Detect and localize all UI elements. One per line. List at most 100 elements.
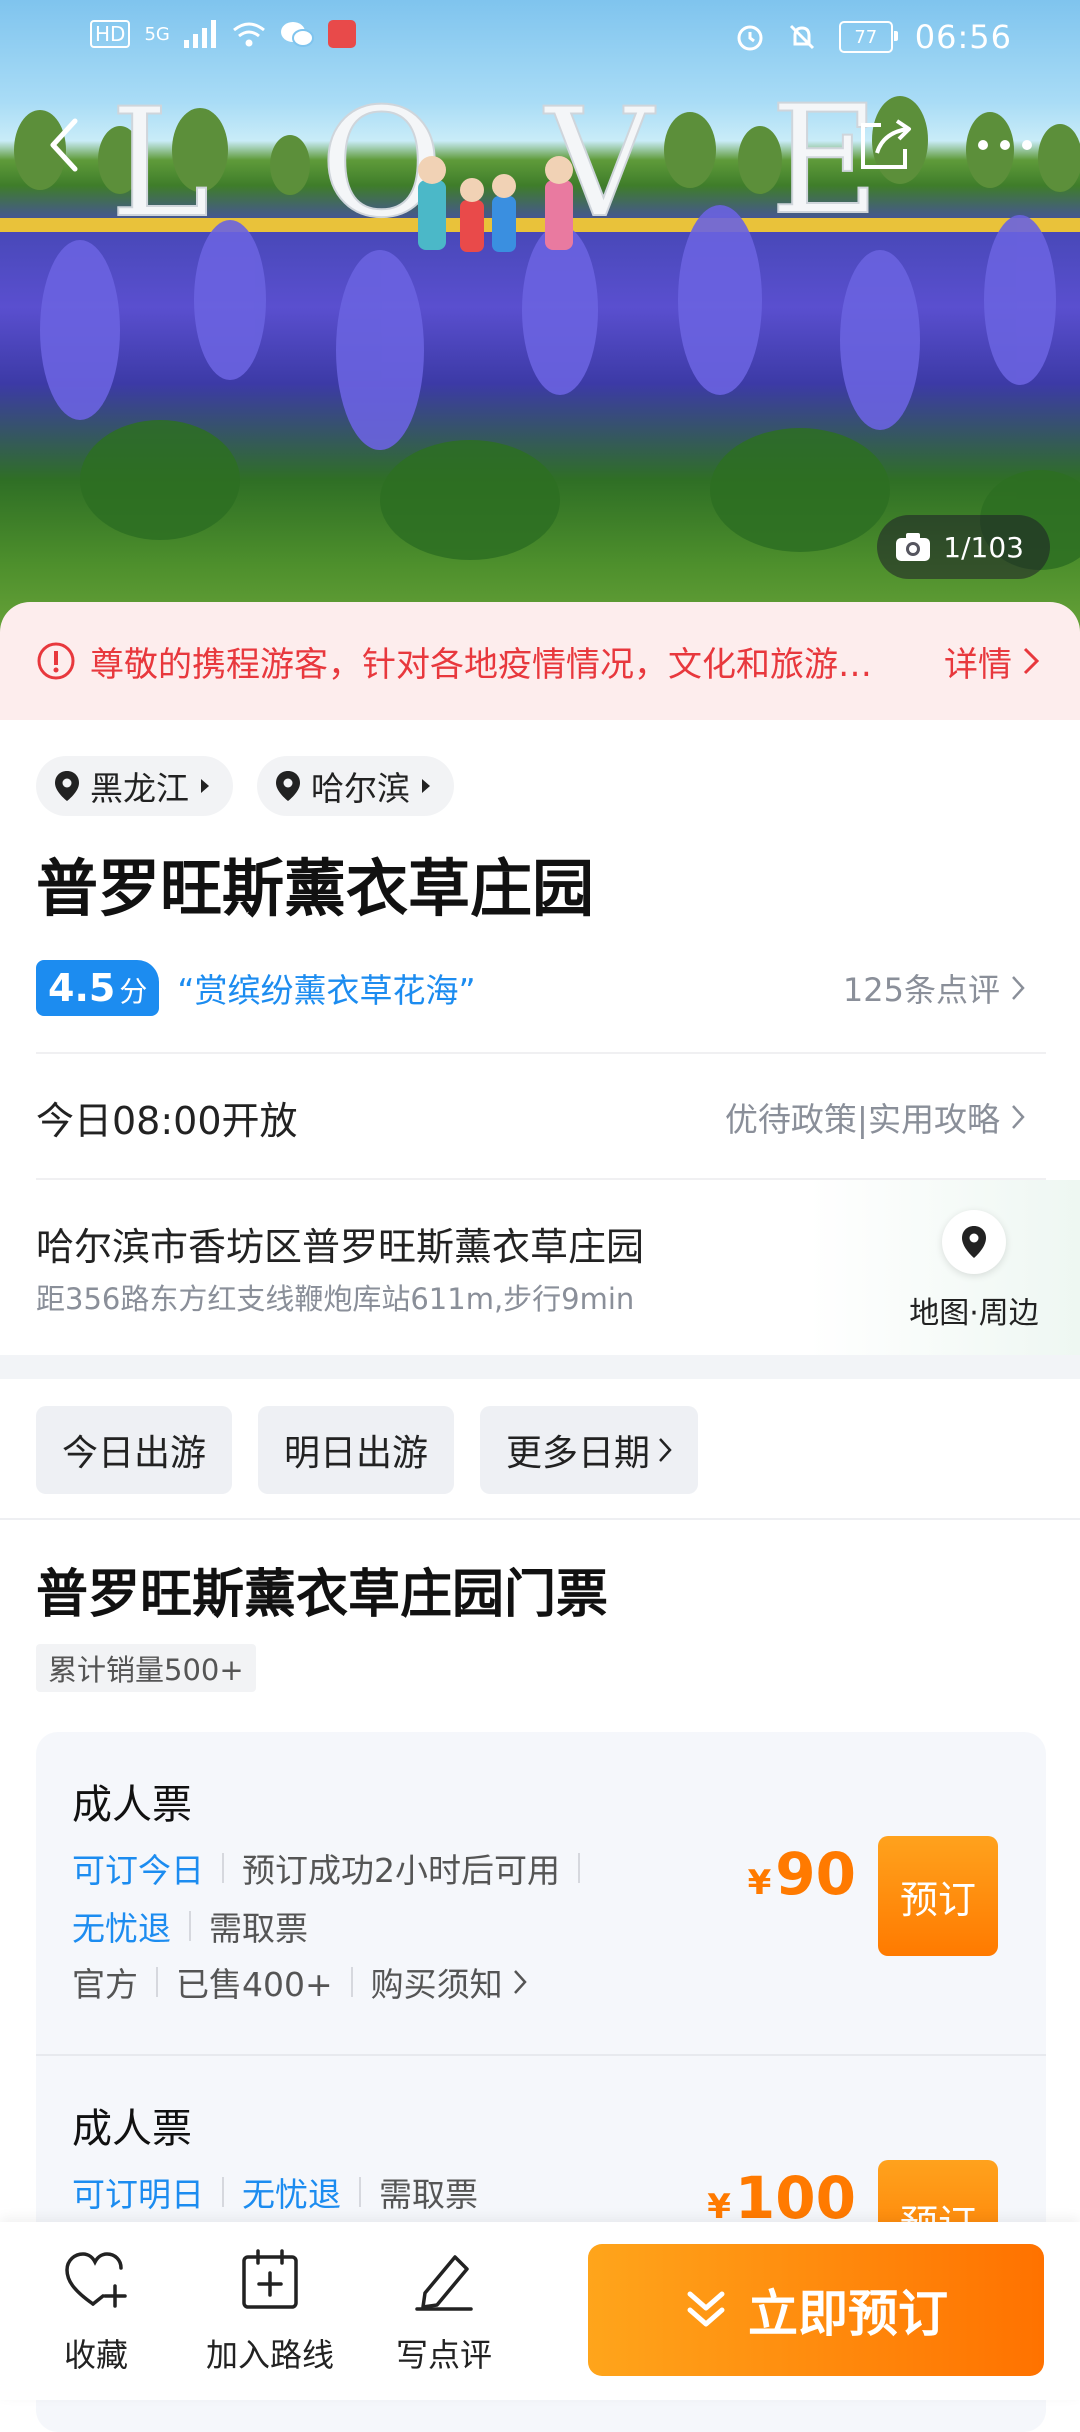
ticket-usage-note: 预订成功2小时后可用 <box>242 1851 560 1890</box>
mute-icon <box>789 24 814 50</box>
wechat-icon <box>280 22 314 47</box>
status-time: 06:56 <box>914 18 1012 56</box>
chip-today[interactable]: 今日出游 <box>36 1406 233 1494</box>
write-review-label: 写点评 <box>395 2336 492 2374</box>
separator-bar <box>156 1967 158 1997</box>
chevron-right-icon <box>659 1438 672 1462</box>
rating-row[interactable]: 4.5 分 “赏缤纷薰衣草花海” 125条点评 <box>36 956 1046 1020</box>
app-notification-icon <box>327 20 356 48</box>
camera-icon <box>896 533 931 561</box>
province-tag[interactable]: 黑龙江 <box>36 756 233 816</box>
battery-icon: 77 <box>838 21 898 53</box>
price-value: 90 <box>775 1840 856 1908</box>
open-hours-row[interactable]: 今日08:00开放 优待政策|实用攻略 <box>36 1082 1046 1152</box>
notice-text: 尊敬的携程游客，针对各地疫情情况，文化和旅游部发布相关通知 <box>90 644 890 685</box>
currency-symbol: ¥ <box>707 2187 731 2227</box>
ticket-official: 官方 <box>72 1965 138 2004</box>
photo-counter[interactable]: 1/103 <box>877 515 1050 579</box>
more-button[interactable] <box>970 110 1040 180</box>
chip-tomorrow[interactable]: 明日出游 <box>258 1406 455 1494</box>
wifi-icon <box>232 22 265 47</box>
book-now-label: 立即预订 <box>748 2285 948 2343</box>
address-distance: 距356路东方红支线鞭炮库站611m,步行9min <box>36 1282 635 1316</box>
ticket-line-2: 无忧退 需取票 <box>72 1902 308 1950</box>
ticket-line-1: 可订今日 预订成功2小时后可用 <box>72 1844 598 1892</box>
rating-unit: 分 <box>119 975 148 1008</box>
chip-more-dates[interactable]: 更多日期 <box>480 1406 699 1494</box>
location-pin-icon <box>276 771 300 801</box>
section-separator <box>0 1355 1080 1379</box>
ticket-availability: 可订明日 <box>72 2175 204 2214</box>
sign-letter-l: L <box>110 77 210 251</box>
location-tags: 黑龙江 哈尔滨 <box>36 756 454 816</box>
add-route-label: 加入路线 <box>205 2336 334 2374</box>
write-review-button[interactable]: 写点评 <box>364 2242 524 2376</box>
ticket-sold: 已售400+ <box>176 1965 333 2004</box>
pencil-icon <box>415 2255 473 2311</box>
add-route-button[interactable]: 加入路线 <box>190 2242 350 2376</box>
ticket-refund: 无忧退 <box>242 2175 341 2214</box>
notice-details-label: 详情 <box>944 644 1012 685</box>
page-title: 普罗旺斯薰衣草庄园 <box>36 852 595 925</box>
chevron-right-icon <box>1012 976 1025 1000</box>
reviews-link[interactable]: 125条点评 <box>843 965 1026 1011</box>
share-icon <box>861 119 911 169</box>
info-circle-icon <box>37 642 75 680</box>
separator-bar <box>222 2177 224 2207</box>
calendar-add-icon <box>242 2249 298 2309</box>
battery-level: 77 <box>854 26 878 48</box>
tickets-section-title: 普罗旺斯薰衣草庄园门票 <box>36 1565 609 1625</box>
ticket-pickup: 需取票 <box>379 2175 478 2214</box>
alarm-icon <box>737 25 763 51</box>
more-dots-icon <box>978 140 1032 150</box>
city-tag[interactable]: 哈尔滨 <box>257 756 454 816</box>
rating-score-badge: 4.5 分 <box>36 960 160 1016</box>
ticket-line-1: 可订明日 无忧退 需取票 <box>72 2168 478 2216</box>
epidemic-notice-banner[interactable]: 尊敬的携程游客，针对各地疫情情况，文化和旅游部发布相关通知 详情 <box>0 602 1080 720</box>
map-nearby-label: 地图·周边 <box>909 1296 1039 1331</box>
share-button[interactable] <box>850 110 920 180</box>
map-pin-icon <box>962 1226 986 1258</box>
bottom-action-bar: 收藏 加入路线 写点评 立即预订 <box>0 2222 1080 2400</box>
status-bar: HD 5G 77 06:56 <box>0 0 1080 80</box>
book-now-button[interactable]: 立即预订 <box>588 2244 1044 2376</box>
province-label: 黑龙江 <box>90 769 189 808</box>
favorite-label: 收藏 <box>63 2336 128 2374</box>
book-button[interactable]: 预订 <box>878 1836 998 1956</box>
sales-badge: 累计销量500+ <box>36 1644 256 1692</box>
rating-quote: “赏缤纷薰衣草花海” <box>177 971 476 1010</box>
chip-today-label: 今日出游 <box>62 1433 207 1474</box>
back-button[interactable] <box>30 110 100 180</box>
separator-bar <box>222 1853 224 1883</box>
hero-image[interactable]: L O V E HD 5G 77 06:56 1/103 <box>0 0 1080 640</box>
hd-badge: HD <box>90 20 131 48</box>
divider <box>36 1052 1046 1054</box>
ticket-pickup: 需取票 <box>209 1909 308 1948</box>
signal-icon <box>183 20 216 48</box>
purchase-notes-link[interactable]: 购买须知 <box>371 1958 527 2006</box>
notice-details-link[interactable]: 详情 <box>944 637 1040 686</box>
purchase-notes-label: 购买须知 <box>370 1965 503 2004</box>
ticket-availability: 可订今日 <box>72 1851 204 1890</box>
heart-plus-icon <box>65 2252 127 2308</box>
favorite-button[interactable]: 收藏 <box>16 2242 176 2376</box>
chevron-right-icon <box>513 1970 527 1994</box>
currency-symbol: ¥ <box>747 1863 772 1903</box>
ticket-price: ¥ 90 <box>748 1840 856 1908</box>
map-pin-circle <box>942 1210 1006 1274</box>
ticket-item[interactable]: 成人票 可订今日 预订成功2小时后可用 无忧退 需取票 官方 已售400+ 购买… <box>36 1732 1046 2054</box>
date-chips: 今日出游 明日出游 更多日期 <box>36 1406 699 1494</box>
chevron-left-icon <box>50 118 78 172</box>
map-nearby-button[interactable]: 地图·周边 <box>904 1210 1044 1332</box>
address-line: 哈尔滨市香坊区普罗旺斯薰衣草庄园 <box>36 1225 645 1269</box>
photo-counter-text: 1/103 <box>943 530 1024 564</box>
policy-link[interactable]: 优待政策|实用攻略 <box>725 1093 1026 1141</box>
ticket-refund: 无忧退 <box>72 1909 171 1948</box>
triangle-right-icon <box>422 779 430 793</box>
triangle-right-icon <box>201 779 209 793</box>
ticket-name: 成人票 <box>72 2106 192 2152</box>
ticket-name: 成人票 <box>72 1782 192 1828</box>
double-chevron-down-icon <box>687 2291 725 2327</box>
reviews-count: 125条点评 <box>842 971 1000 1009</box>
address-block[interactable]: 哈尔滨市香坊区普罗旺斯薰衣草庄园 距356路东方红支线鞭炮库站611m,步行9m… <box>0 1180 1080 1355</box>
